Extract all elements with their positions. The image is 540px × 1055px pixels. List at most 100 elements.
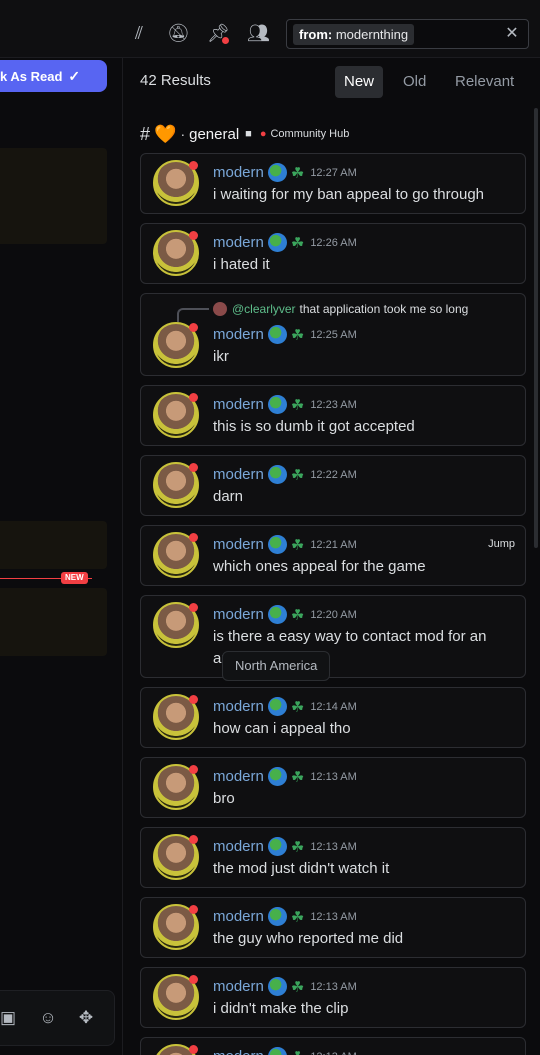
username[interactable]: modern [213,396,264,413]
avatar-decoration [189,393,198,402]
clover-icon[interactable]: ☘ [291,1048,304,1055]
mute-bell-icon[interactable]: 🔕︎ [167,22,190,44]
sticker-icon[interactable]: ▣ [0,1007,19,1029]
clover-icon[interactable]: ☘ [291,164,304,182]
sort-new-button[interactable]: New [335,66,384,98]
username[interactable]: modern [213,978,264,995]
globe-icon[interactable] [267,767,287,786]
globe-icon[interactable] [267,697,287,716]
username[interactable]: modern [213,606,264,623]
avatar[interactable] [153,462,199,508]
clover-icon[interactable]: ☘ [291,838,304,856]
embed-block [0,588,107,656]
avatar[interactable] [153,834,199,880]
search-result-card[interactable]: modern ☘ 12:26 AM i hated it [140,223,526,284]
clover-icon[interactable]: ☘ [291,978,304,996]
search-result-card[interactable]: modern ☘ 12:23 AM this is so dumb it got ac… [140,385,526,446]
message-header: modern ☘ 12:26 AM [213,233,357,252]
search-result-card[interactable]: @clearlyver that application took me so l… [140,293,526,376]
clover-icon[interactable]: ☘ [291,234,304,252]
avatar[interactable] [153,230,199,276]
clover-icon[interactable]: ☘ [291,606,304,624]
avatar[interactable] [153,160,199,206]
timestamp: 12:25 AM [310,328,357,341]
sort-relevant-button[interactable]: Relevant [446,66,523,98]
avatar[interactable] [153,602,199,648]
avatar-decoration [189,835,198,844]
clover-icon[interactable]: ☘ [291,698,304,716]
channel-hash-icon: # [140,123,151,144]
close-icon[interactable]: ✕ [502,24,522,44]
timestamp: 12:26 AM [310,236,357,249]
avatar[interactable] [153,322,199,368]
globe-icon[interactable] [267,605,287,624]
timestamp: 12:27 AM [310,166,357,179]
username[interactable]: modern [213,164,264,181]
avatar[interactable] [153,1044,199,1055]
reply-username[interactable]: @clearlyver [232,302,296,316]
globe-icon[interactable] [267,837,287,856]
globe-icon[interactable] [267,1047,287,1055]
message-text: how can i appeal tho [213,720,351,737]
channel-toolbar: ⫽ 🔕︎ 📌︎ 👥︎ from: modernthing ✕ [0,0,540,58]
globe-icon[interactable] [267,233,287,252]
avatar[interactable] [153,694,199,740]
search-result-card[interactable]: modern ☘ 12:21 AM which ones appeal for the… [140,525,526,586]
username[interactable]: modern [213,326,264,343]
search-result-card[interactable]: modern ☘ 12:13 AM bro [140,757,526,818]
threads-icon[interactable]: ⫽ [128,22,150,44]
reply-preview[interactable]: @clearlyver that application took me so l… [213,302,468,316]
sort-old-button[interactable]: Old [394,66,435,98]
members-icon[interactable]: 👥︎ [247,22,270,44]
clover-icon[interactable]: ☘ [291,326,304,344]
globe-icon[interactable] [267,535,287,554]
clover-icon[interactable]: ☘ [291,396,304,414]
pin-icon[interactable]: 📌︎ [207,22,230,44]
message-header: modern ☘ 12:20 AM [213,605,357,624]
message-text: the mod just didn't watch it [213,860,390,877]
message-header: modern ☘ 12:23 AM [213,395,357,414]
avatar[interactable] [153,974,199,1020]
mark-as-read-button[interactable]: k As Read ✓ [0,60,107,92]
jump-button[interactable]: Jump [488,538,515,550]
message-text: the guy who reported me did [213,930,404,947]
username[interactable]: modern [213,1048,264,1055]
reply-text: that application took me so long [299,302,469,316]
username[interactable]: modern [213,838,264,855]
search-result-card[interactable]: modern ☘ 12:27 AM i waiting for my ban appe… [140,153,526,214]
username[interactable]: modern [213,466,264,483]
avatar[interactable] [153,904,199,950]
search-filter-chip[interactable]: from: modernthing [293,24,415,45]
globe-icon[interactable] [267,977,287,996]
username[interactable]: modern [213,234,264,251]
clover-icon[interactable]: ☘ [291,768,304,786]
channel-emoji: 🧡 [154,123,177,144]
search-input[interactable]: from: modernthing ✕ [286,19,529,49]
globe-icon[interactable] [267,395,287,414]
globe-icon[interactable] [267,325,287,344]
search-result-card[interactable]: modern ☘ 12:13 AM the guy who reported me d… [140,897,526,958]
channel-header[interactable]: # 🧡 · general ■ ● Community Hub [140,122,349,146]
avatar[interactable] [153,532,199,578]
globe-icon[interactable] [267,465,287,484]
search-result-card[interactable]: modern ☘ 12:14 AM how can i appeal tho [140,687,526,748]
username[interactable]: modern [213,768,264,785]
globe-icon[interactable] [267,907,287,926]
clover-icon[interactable]: ☘ [291,536,304,554]
search-result-card[interactable]: modern ☘ 12:13 AM the mod just didn't watch… [140,827,526,888]
search-result-card[interactable]: modern ☘ 12:20 AM is there a easy way to co… [140,595,526,678]
clover-icon[interactable]: ☘ [291,466,304,484]
username[interactable]: modern [213,698,264,715]
scrollbar[interactable] [534,108,538,548]
globe-icon[interactable] [267,163,287,182]
username[interactable]: modern [213,536,264,553]
search-result-card[interactable]: modern ☘ 12:22 AM darn [140,455,526,516]
avatar[interactable] [153,764,199,810]
emoji-icon[interactable]: ☺ [37,1007,59,1029]
search-result-card[interactable]: modern ☘ 12:13 AM i didn't make the clip [140,967,526,1028]
clover-icon[interactable]: ☘ [291,908,304,926]
avatar[interactable] [153,392,199,438]
search-result-card[interactable]: modern ☘ 12:13 AM [140,1037,526,1055]
username[interactable]: modern [213,908,264,925]
apps-icon[interactable]: ✥ [75,1007,97,1029]
